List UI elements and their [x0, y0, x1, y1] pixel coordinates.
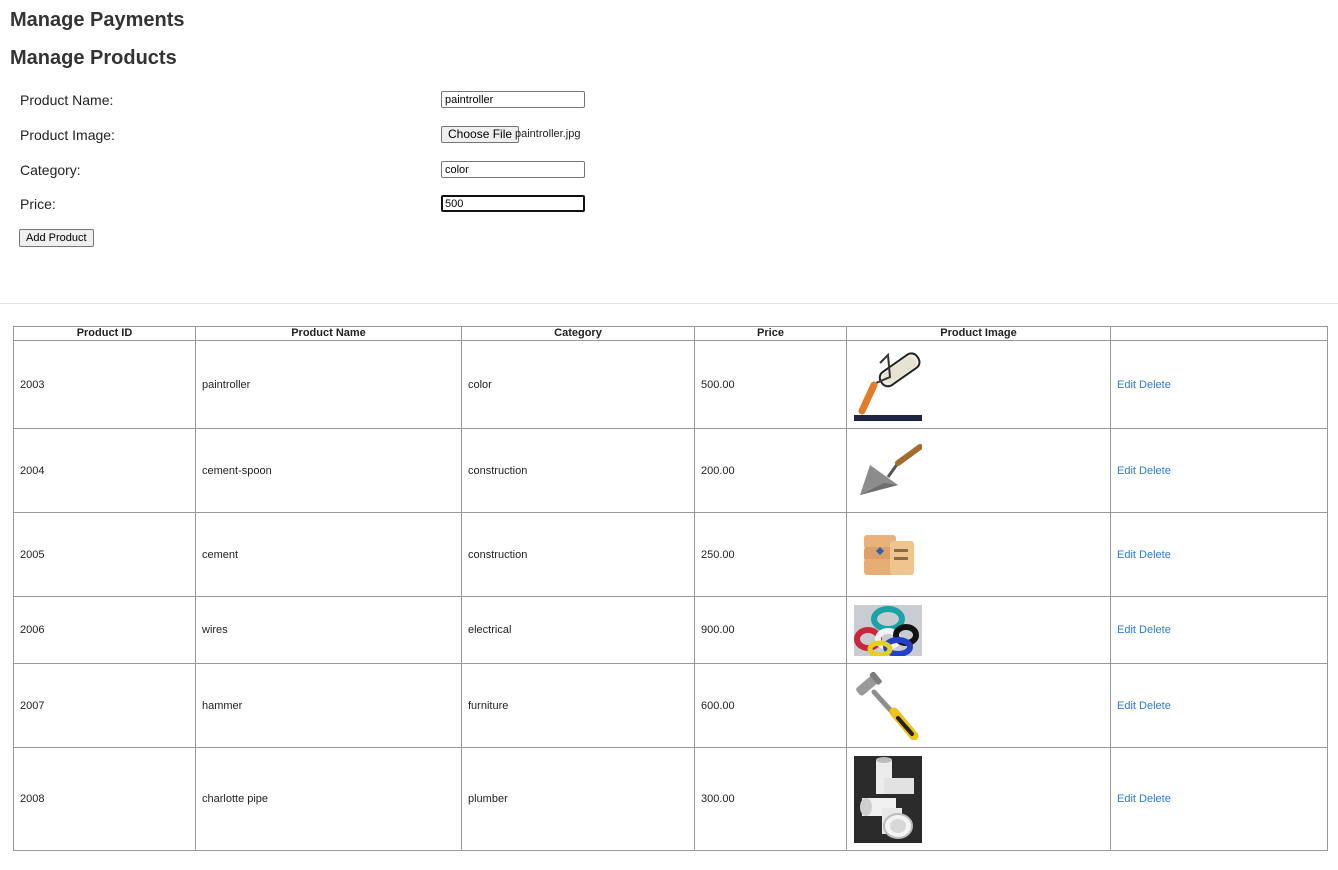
header-product-id: Product ID — [13, 326, 196, 341]
product-image-cell — [846, 428, 1111, 513]
add-product-button[interactable]: Add Product — [19, 229, 94, 247]
product-id: 2004 — [13, 428, 196, 513]
table-row: 2007 hammer furniture 600.00 Edit Delete — [13, 663, 1328, 748]
wire-coils-image — [854, 604, 922, 656]
product-image-cell — [846, 747, 1111, 851]
product-id: 2008 — [13, 747, 196, 851]
product-category: construction — [461, 512, 695, 597]
header-product-name: Product Name — [195, 326, 462, 341]
product-name-label: Product Name: — [20, 92, 114, 108]
header-product-image: Product Image — [846, 326, 1111, 341]
cement-bags-image — [864, 534, 914, 575]
manage-products-heading: Manage Products — [10, 47, 177, 69]
table-row: 2008 charlotte pipe plumber 300.00 Edit … — [13, 747, 1328, 851]
product-price: 250.00 — [694, 512, 847, 597]
product-category: electrical — [461, 596, 695, 664]
product-image-cell — [846, 596, 1111, 664]
choose-file-button[interactable]: Choose File — [441, 126, 520, 143]
row-actions: Edit Delete — [1110, 428, 1328, 513]
product-name: paintroller — [195, 340, 462, 429]
paint-roller-image — [854, 348, 922, 421]
section-divider — [0, 303, 1338, 304]
delete-link[interactable]: Delete — [1139, 379, 1171, 391]
table-row: 2005 cement construction 250.00 Edit Del… — [13, 512, 1328, 597]
delete-link[interactable]: Delete — [1139, 549, 1171, 561]
delete-link[interactable]: Delete — [1139, 700, 1171, 712]
table-header-row: Product ID Product Name Category Price P… — [13, 326, 1328, 341]
product-price: 500.00 — [694, 340, 847, 429]
delete-link[interactable]: Delete — [1139, 465, 1171, 477]
row-actions: Edit Delete — [1110, 512, 1328, 597]
product-image-cell — [846, 512, 1111, 597]
row-actions: Edit Delete — [1110, 747, 1328, 851]
product-id: 2003 — [13, 340, 196, 429]
edit-link[interactable]: Edit — [1117, 379, 1136, 391]
product-image-cell — [846, 663, 1111, 748]
header-price: Price — [694, 326, 847, 341]
hammer-image — [856, 671, 919, 740]
category-label: Category: — [20, 162, 81, 178]
table-row: 2003 paintroller color 500.00 Edit Delet… — [13, 340, 1328, 429]
pvc-pipe-fittings-image — [854, 755, 922, 843]
product-category: plumber — [461, 747, 695, 851]
product-name: cement — [195, 512, 462, 597]
table-row: 2006 wires electrical 900.00 Edit Delete — [13, 596, 1328, 664]
product-id: 2005 — [13, 512, 196, 597]
product-image-label: Product Image: — [20, 127, 115, 143]
product-price: 300.00 — [694, 747, 847, 851]
manage-payments-heading: Manage Payments — [10, 9, 185, 31]
product-name: charlotte pipe — [195, 747, 462, 851]
product-price: 900.00 — [694, 596, 847, 664]
product-name: hammer — [195, 663, 462, 748]
header-actions — [1110, 326, 1328, 341]
row-actions: Edit Delete — [1110, 663, 1328, 748]
delete-link[interactable]: Delete — [1139, 793, 1171, 805]
edit-link[interactable]: Edit — [1117, 624, 1136, 636]
trowel-image — [860, 443, 922, 495]
delete-link[interactable]: Delete — [1139, 624, 1171, 636]
product-category: color — [461, 340, 695, 429]
category-input[interactable] — [441, 161, 585, 178]
row-actions: Edit Delete — [1110, 596, 1328, 664]
product-name-input[interactable] — [441, 91, 585, 108]
products-table: Product ID Product Name Category Price P… — [13, 326, 1328, 851]
product-name: cement-spoon — [195, 428, 462, 513]
product-id: 2006 — [13, 596, 196, 664]
product-id: 2007 — [13, 663, 196, 748]
edit-link[interactable]: Edit — [1117, 549, 1136, 561]
row-actions: Edit Delete — [1110, 340, 1328, 429]
price-label: Price: — [20, 196, 56, 212]
table-row: 2004 cement-spoon construction 200.00 Ed… — [13, 428, 1328, 513]
edit-link[interactable]: Edit — [1117, 465, 1136, 477]
price-input[interactable] — [441, 195, 585, 212]
header-category: Category — [461, 326, 695, 341]
chosen-file-name: paintroller.jpg — [515, 128, 581, 140]
product-category: construction — [461, 428, 695, 513]
product-name: wires — [195, 596, 462, 664]
edit-link[interactable]: Edit — [1117, 700, 1136, 712]
product-price: 200.00 — [694, 428, 847, 513]
product-price: 600.00 — [694, 663, 847, 748]
edit-link[interactable]: Edit — [1117, 793, 1136, 805]
product-image-cell — [846, 340, 1111, 429]
product-category: furniture — [461, 663, 695, 748]
